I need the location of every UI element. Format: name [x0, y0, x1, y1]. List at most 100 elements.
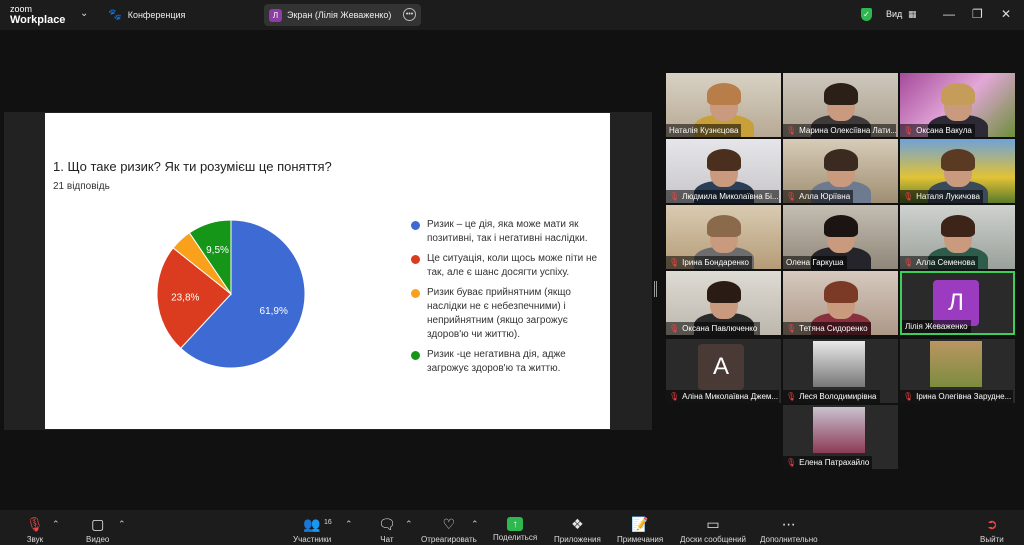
- participant-name: 🎙 Ірина Бондаренко: [666, 256, 752, 269]
- camera-icon: ▢: [91, 516, 105, 532]
- participant-tile[interactable]: 🎙 Алла Юріївна: [783, 139, 898, 203]
- participant-tile[interactable]: 🎙 Марина Олексіївна Лати...: [783, 73, 898, 137]
- minimize-icon[interactable]: —: [943, 7, 955, 21]
- whiteboard-label: Доски сообщений: [680, 535, 747, 544]
- chat-button[interactable]: 🗨 Чат: [378, 515, 396, 544]
- apps-icon: ❖: [571, 516, 584, 532]
- audio-button[interactable]: 🎙 Звук: [26, 515, 44, 544]
- active-speaker-tile[interactable]: Л Лілія Жеваженко: [900, 271, 1015, 335]
- mic-muted-icon: 🎙: [786, 126, 797, 135]
- view-grid-icon[interactable]: ▦: [908, 9, 917, 20]
- mic-muted-icon: 🎙: [669, 324, 680, 333]
- screen-share-pill[interactable]: Л Экран (Лілія Жеваженко) •••: [264, 4, 421, 26]
- legend-text: Це ситуація, коли щось може піти не так,…: [427, 253, 598, 278]
- legend-dot: [411, 289, 420, 298]
- react-button[interactable]: ♡ Отреагировать: [421, 515, 477, 544]
- apps-label: Приложения: [554, 535, 601, 544]
- pie-chart: 61,9% 23,8% 9,5%: [156, 219, 306, 369]
- video-button[interactable]: ▢ Видео: [86, 515, 109, 544]
- participant-tile[interactable]: 🎙 Оксана Павлюченко: [666, 271, 781, 335]
- paw-icon: 🐾: [108, 9, 122, 21]
- participant-tile[interactable]: 🎙 Тетяна Сидоренко: [783, 271, 898, 335]
- participant-name: 🎙 Оксана Павлюченко: [666, 322, 761, 335]
- share-icon: ↑: [507, 517, 524, 531]
- chevron-up-icon[interactable]: ⌃: [345, 519, 353, 530]
- participant-name: Олена Гаркуша: [783, 256, 847, 269]
- legend-dot: [411, 255, 420, 264]
- participant-name: 🎙 Наталя Лукичова: [900, 190, 983, 203]
- presenter-avatar: Л: [269, 8, 282, 22]
- avatar: А: [698, 344, 744, 390]
- mic-muted-icon: 🎙: [669, 192, 680, 201]
- people-icon: 👥: [303, 516, 321, 532]
- participant-tile[interactable]: А 🎙 Аліна Миколаївна Джем...: [666, 339, 781, 403]
- mic-muted-icon: 🎙: [786, 324, 797, 333]
- legend-dot: [411, 221, 420, 230]
- participant-name: Наталія Кузнєцова: [666, 124, 742, 137]
- legend-text: Ризик -це негативна дія, адже загрожує з…: [427, 349, 566, 374]
- more-icon: ⋯: [781, 516, 796, 532]
- leave-button[interactable]: ➲ Выйти: [980, 515, 1004, 544]
- react-label: Отреагировать: [421, 535, 477, 544]
- mic-muted-icon: 🎙: [786, 392, 797, 401]
- participant-name: 🎙 Аліна Миколаївна Джем...: [666, 390, 779, 403]
- title-bar: zoom Workplace ⌄ 🐾 Конференция Л Экран (…: [0, 0, 1024, 30]
- chevron-up-icon[interactable]: ⌃: [52, 519, 60, 530]
- participant-tile[interactable]: 🎙 Леся Володимирівна: [783, 339, 898, 403]
- chevron-down-icon[interactable]: ⌄: [80, 8, 88, 19]
- participant-tile[interactable]: 🎙 Алла Семенова: [900, 205, 1015, 269]
- profile-photo: [813, 407, 865, 453]
- legend-item: Ризик буває прийнятним (якщо наслідки не…: [411, 286, 601, 342]
- participant-tile[interactable]: 🎙 Оксана Вакула: [900, 73, 1015, 137]
- mic-muted-icon: 🎙: [26, 516, 44, 532]
- participant-tile[interactable]: 🎙 Ірина Бондаренко: [666, 205, 781, 269]
- participant-name: 🎙 Леся Володимирівна: [783, 390, 880, 403]
- legend-text: Ризик – це дія, яка може мати як позитив…: [427, 219, 588, 244]
- panel-resize-handle[interactable]: [654, 281, 657, 297]
- participant-name: 🎙 Алла Юріївна: [783, 190, 854, 203]
- leave-label: Выйти: [980, 535, 1004, 544]
- slice-label: 61,9%: [260, 306, 288, 317]
- chevron-up-icon[interactable]: ⌃: [405, 519, 413, 530]
- share-label: Поделиться: [493, 533, 538, 542]
- participant-name: 🎙 Елена Патрахайло: [783, 456, 873, 469]
- heart-icon: ♡: [442, 516, 456, 532]
- whiteboard-icon: ▭: [706, 516, 720, 532]
- more-button[interactable]: ⋯ Дополнительно: [760, 515, 818, 544]
- participant-tile[interactable]: 🎙 Ірина Олегівна Заруднe...: [900, 339, 1015, 403]
- participant-tile[interactable]: 🎙 Людмила Миколаївна Бі...: [666, 139, 781, 203]
- chevron-up-icon[interactable]: ⌃: [118, 519, 126, 530]
- mic-muted-icon: 🎙: [903, 192, 914, 201]
- participant-tile[interactable]: 🎙 Елена Патрахайло: [783, 405, 898, 469]
- question-title: 1. Що таке ризик? Як ти розумієш це поня…: [53, 159, 332, 174]
- meeting-info-button[interactable]: 🐾 Конференция: [108, 8, 185, 21]
- whiteboard-button[interactable]: ▭ Доски сообщений: [680, 515, 746, 544]
- security-shield-icon[interactable]: ✓: [861, 8, 872, 21]
- legend-text: Ризик буває прийнятним (якщо наслідки не…: [427, 287, 571, 340]
- participant-tile[interactable]: Олена Гаркуша: [783, 205, 898, 269]
- video-label: Видео: [86, 535, 110, 544]
- screen-share-label: Экран (Лілія Жеваженко): [287, 10, 392, 20]
- mic-muted-icon: 🎙: [903, 392, 914, 401]
- participant-name: Лілія Жеваженко: [902, 320, 971, 333]
- zoom-logo: zoom Workplace: [10, 4, 65, 26]
- notes-button[interactable]: 📝 Примечания: [617, 515, 663, 544]
- notes-label: Примечания: [617, 535, 664, 544]
- mic-muted-icon: 🎙: [669, 258, 680, 267]
- participant-tile[interactable]: Наталія Кузнєцова: [666, 73, 781, 137]
- slide: 1. Що таке ризик? Як ти розумієш це поня…: [45, 113, 610, 429]
- close-icon[interactable]: ✕: [1001, 7, 1011, 21]
- mic-muted-icon: 🎙: [903, 258, 914, 267]
- chat-icon: 🗨: [378, 516, 396, 532]
- chart-legend: Ризик – це дія, яка може мати як позитив…: [411, 218, 601, 382]
- apps-button[interactable]: ❖ Приложения: [554, 515, 601, 544]
- meeting-toolbar: 🎙 Звук ⌃ ▢ Видео ⌃ 👥 Участники 16 ⌃ 🗨 Ча…: [0, 510, 1024, 545]
- more-options-icon[interactable]: •••: [403, 8, 416, 21]
- restore-icon[interactable]: ❐: [972, 7, 983, 21]
- chevron-up-icon[interactable]: ⌃: [471, 519, 479, 530]
- view-button[interactable]: Вид: [886, 9, 902, 19]
- share-screen-button[interactable]: ↑ Поделиться: [493, 515, 537, 542]
- participant-tile[interactable]: 🎙 Наталя Лукичова: [900, 139, 1015, 203]
- mic-muted-icon: 🎙: [903, 126, 914, 135]
- profile-photo: [813, 341, 865, 387]
